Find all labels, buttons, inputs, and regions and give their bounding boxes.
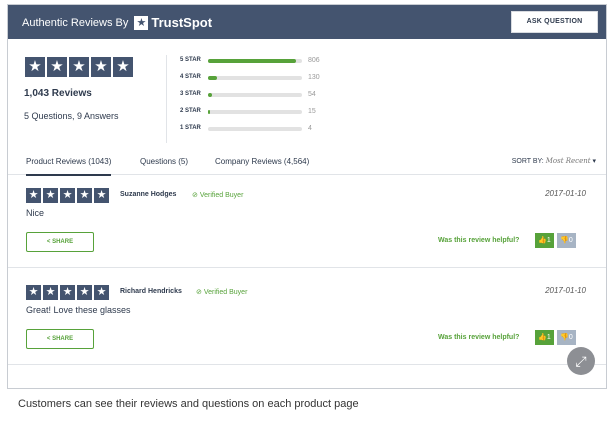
trustspot-logo: ★ TrustSpot — [134, 15, 212, 30]
thumbs-up-button[interactable]: 👍1 — [535, 330, 554, 345]
summary-rating-stars: ★ ★ ★ ★ ★ — [25, 57, 135, 77]
upvote-count: 1 — [546, 334, 551, 341]
distribution-label: 2 STAR — [180, 108, 201, 114]
downvote-count: 0 — [568, 237, 573, 244]
review-date: 2017-01-10 — [545, 286, 586, 295]
star-icon: ★ — [60, 285, 75, 300]
share-label: SHARE — [52, 336, 74, 342]
distribution-count: 54 — [308, 91, 316, 98]
thumbs-down-button[interactable]: 👎0 — [557, 330, 576, 345]
tab-product-reviews[interactable]: Product Reviews (1043) — [26, 157, 112, 176]
distribution-label: 1 STAR — [180, 125, 201, 131]
distribution-count: 15 — [308, 108, 316, 115]
star-icon: ★ — [26, 188, 41, 203]
distribution-count: 130 — [308, 74, 320, 81]
verified-label: Verified Buyer — [203, 289, 248, 296]
review-date: 2017-01-10 — [545, 189, 586, 198]
star-icon: ★ — [26, 285, 41, 300]
distribution-label: 3 STAR — [180, 91, 201, 97]
distribution-fill — [208, 59, 297, 63]
brand-name: TrustSpot — [151, 15, 213, 30]
reviews-count: 1,043 Reviews — [24, 88, 92, 99]
star-icon: ★ — [77, 285, 92, 300]
downvote-count: 0 — [568, 334, 573, 341]
star-icon: ★ — [94, 285, 109, 300]
tab-company-reviews[interactable]: Company Reviews (4,564) — [215, 157, 309, 166]
star-icon: ★ — [43, 188, 58, 203]
distribution-label: 5 STAR — [180, 57, 201, 63]
thumbs-down-icon: 👎 — [560, 334, 569, 341]
image-caption: Customers can see their reviews and ques… — [18, 398, 359, 410]
reviews-widget: Authentic Reviews By ★ TrustSpot ASK QUE… — [7, 4, 607, 389]
sort-by-value: Most Recent — [545, 157, 591, 165]
distribution-track — [208, 76, 302, 80]
star-icon: ★ — [43, 285, 58, 300]
distribution-label: 4 STAR — [180, 74, 201, 80]
review-divider — [8, 267, 606, 268]
helpful-prompt: Was this review helpful? — [438, 237, 520, 244]
distribution-fill — [208, 93, 212, 97]
star-icon: ★ — [94, 188, 109, 203]
share-icon: < — [46, 239, 51, 245]
distribution-track — [208, 127, 302, 131]
thumbs-up-icon: 👍 — [538, 237, 547, 244]
star-icon: ★ — [91, 57, 111, 77]
helpful-prompt: Was this review helpful? — [438, 334, 520, 341]
check-circle-icon: ⊘ — [192, 192, 198, 199]
distribution-count: 4 — [308, 125, 312, 132]
review-divider — [8, 364, 606, 365]
thumbs-up-button[interactable]: 👍1 — [535, 233, 554, 248]
caret-down-icon: ▾ — [592, 158, 596, 165]
qa-count: 5 Questions, 9 Answers — [24, 111, 119, 121]
thumbs-down-icon: 👎 — [560, 237, 569, 244]
star-icon: ★ — [60, 188, 75, 203]
check-circle-icon: ⊘ — [196, 289, 202, 296]
share-button[interactable]: < SHARE — [26, 232, 94, 252]
review-body: Great! Love these glasses — [26, 305, 131, 315]
ask-question-button[interactable]: ASK QUESTION — [511, 11, 598, 33]
verified-label: Verified Buyer — [199, 192, 244, 199]
thumbs-up-icon: 👍 — [538, 334, 547, 341]
summary-divider — [166, 55, 167, 143]
review-rating-stars: ★ ★ ★ ★ ★ — [26, 188, 111, 203]
reviewer-name: Suzanne Hodges — [120, 191, 177, 198]
review-rating-stars: ★ ★ ★ ★ ★ — [26, 285, 111, 300]
tab-questions[interactable]: Questions (5) — [140, 157, 188, 166]
star-icon: ★ — [47, 57, 67, 77]
star-icon: ★ — [69, 57, 89, 77]
share-button[interactable]: < SHARE — [26, 329, 94, 349]
upvote-count: 1 — [546, 237, 551, 244]
expand-icon[interactable]: ⤢ — [567, 347, 595, 375]
distribution-track — [208, 93, 302, 97]
distribution-fill — [208, 110, 210, 114]
brand: Authentic Reviews By ★ TrustSpot — [22, 15, 212, 30]
distribution-track — [208, 110, 302, 114]
review-body: Nice — [26, 208, 45, 218]
widget-header: Authentic Reviews By ★ TrustSpot ASK QUE… — [8, 5, 606, 39]
sort-by-label: SORT BY: — [511, 158, 544, 165]
verified-buyer-badge: ⊘ Verified Buyer — [196, 288, 247, 296]
distribution-track — [208, 59, 302, 63]
thumbs-down-button[interactable]: 👎0 — [557, 233, 576, 248]
reviewer-name: Richard Hendricks — [120, 288, 182, 295]
star-icon: ★ — [113, 57, 133, 77]
distribution-fill — [208, 76, 218, 80]
trustspot-logo-icon: ★ — [134, 15, 149, 30]
authentic-label: Authentic Reviews By — [22, 16, 129, 29]
distribution-count: 806 — [308, 57, 320, 64]
review-tabs: Product Reviews (1043) Questions (5) Com… — [8, 151, 606, 176]
share-icon: < — [46, 336, 51, 342]
star-icon: ★ — [25, 57, 45, 77]
sort-by-dropdown[interactable]: SORT BY: Most Recent ▾ — [512, 157, 596, 165]
star-icon: ★ — [77, 188, 92, 203]
share-label: SHARE — [52, 239, 74, 245]
verified-buyer-badge: ⊘ Verified Buyer — [192, 191, 243, 199]
